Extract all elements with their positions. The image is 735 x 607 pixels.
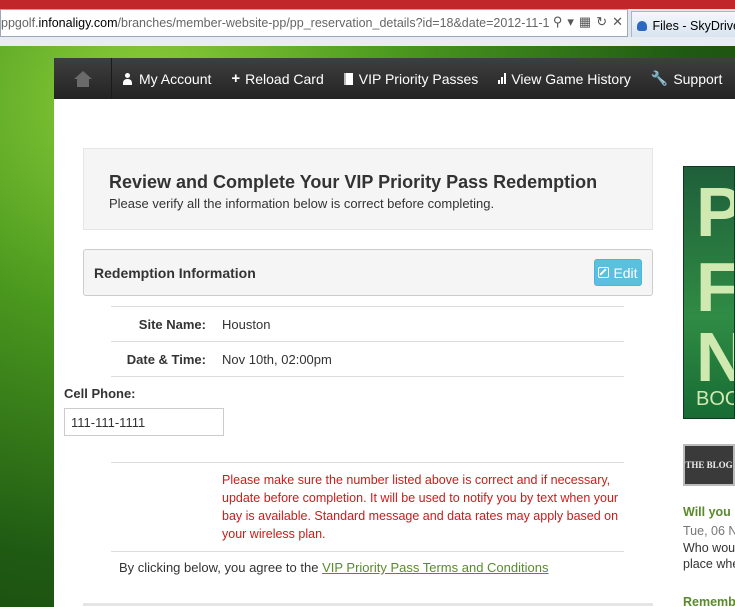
url-path: /branches/member-website-pp/pp_reservati… bbox=[117, 16, 557, 30]
promo-bottom-text: BOOK bbox=[696, 388, 734, 410]
edit-label: Edit bbox=[613, 264, 638, 281]
nav-label: Reload Card bbox=[245, 70, 324, 87]
promo-letter: F bbox=[696, 248, 735, 326]
url-domain: infonaligy.com bbox=[38, 16, 118, 30]
datetime-label: Date & Time: bbox=[126, 351, 206, 367]
stop-icon[interactable]: ✕ bbox=[612, 14, 623, 30]
browser-separator bbox=[0, 37, 735, 46]
blog-post-excerpt: place whe bbox=[683, 557, 735, 571]
nav-label: My Account bbox=[139, 70, 212, 87]
browser-tab-skydrive[interactable]: Files - SkyDrive bbox=[631, 11, 735, 39]
edit-button[interactable]: Edit bbox=[594, 259, 642, 286]
main-nav: My Account + Reload Card VIP Priority Pa… bbox=[54, 58, 735, 99]
divider bbox=[111, 551, 624, 552]
home-button[interactable] bbox=[54, 58, 112, 99]
promo-letter: P bbox=[696, 177, 734, 247]
divider bbox=[111, 376, 624, 377]
user-icon bbox=[122, 72, 133, 85]
terms-link[interactable]: VIP Priority Pass Terms and Conditions bbox=[322, 560, 548, 575]
site-name-row: Site Name: Houston bbox=[111, 306, 624, 341]
compat-view-icon[interactable]: ▦ bbox=[579, 14, 591, 30]
book-icon bbox=[343, 72, 353, 85]
search-icon[interactable]: ⚲ bbox=[553, 14, 563, 30]
nav-vip-priority-passes[interactable]: VIP Priority Passes bbox=[334, 58, 489, 99]
browser-title-strip bbox=[0, 0, 735, 9]
blog-post-title[interactable]: Will you r bbox=[683, 505, 735, 519]
datetime-row: Date & Time: Nov 10th, 02:00pm bbox=[111, 341, 624, 376]
promo-banner[interactable]: P F N BOOK bbox=[683, 166, 735, 419]
blog-post-title[interactable]: Remembe bbox=[683, 595, 735, 607]
nav-label: VIP Priority Passes bbox=[358, 70, 479, 87]
nav-my-account[interactable]: My Account bbox=[112, 58, 221, 99]
refresh-icon[interactable]: ↻ bbox=[596, 14, 607, 30]
tab-label: Files - SkyDrive bbox=[652, 18, 735, 33]
dropdown-icon[interactable]: ▾ bbox=[567, 14, 574, 30]
nav-label: Support bbox=[673, 70, 723, 87]
cell-phone-label: Cell Phone: bbox=[64, 386, 136, 401]
address-bar-icons: ⚲ ▾ ▦ ↻ ✕ bbox=[548, 14, 623, 30]
nav-label: View Game History bbox=[511, 70, 631, 87]
home-icon bbox=[73, 70, 92, 87]
plus-icon: + bbox=[231, 70, 241, 87]
promo-letter: N bbox=[696, 322, 734, 392]
terms-statement: By clicking below, you agree to the VIP … bbox=[119, 560, 548, 575]
blog-post-excerpt: Who wou bbox=[683, 541, 735, 555]
cell-phone-input[interactable] bbox=[64, 408, 224, 436]
wrench-icon: 🔧 bbox=[650, 70, 669, 86]
nav-support[interactable]: 🔧 Support bbox=[641, 58, 732, 99]
page-title: Review and Complete Your VIP Priority Pa… bbox=[109, 172, 598, 192]
blog-post-date: Tue, 06 N bbox=[683, 524, 735, 538]
site-name-value: Houston bbox=[222, 316, 271, 332]
address-bar[interactable]: ppgolf. infonaligy.com/branches/member-we… bbox=[0, 9, 628, 37]
nav-reload-card[interactable]: + Reload Card bbox=[221, 58, 333, 99]
divider bbox=[111, 462, 624, 463]
bar-chart-icon bbox=[498, 73, 507, 84]
site-name-label: Site Name: bbox=[138, 316, 206, 332]
redemption-info-panel: Redemption Information Edit bbox=[83, 249, 653, 296]
cloud-icon bbox=[637, 20, 648, 31]
url-prefix: ppgolf. bbox=[1, 16, 39, 30]
redemption-info-heading: Redemption Information bbox=[94, 265, 256, 281]
page-subtitle: Please verify all the information below … bbox=[109, 196, 495, 211]
main-content: Review and Complete Your VIP Priority Pa… bbox=[54, 99, 735, 607]
terms-prefix: By clicking below, you agree to the bbox=[119, 560, 319, 575]
browser-toolbar: ppgolf. infonaligy.com/branches/member-we… bbox=[0, 0, 735, 46]
blog-icon[interactable]: THE BLOG bbox=[683, 444, 735, 486]
bottom-divider bbox=[83, 603, 653, 606]
nav-view-game-history[interactable]: View Game History bbox=[488, 58, 641, 99]
phone-warning-text: Please make sure the number listed above… bbox=[222, 473, 619, 541]
review-header: Review and Complete Your VIP Priority Pa… bbox=[83, 148, 653, 230]
datetime-value: Nov 10th, 02:00pm bbox=[222, 351, 332, 367]
edit-icon bbox=[598, 267, 610, 278]
